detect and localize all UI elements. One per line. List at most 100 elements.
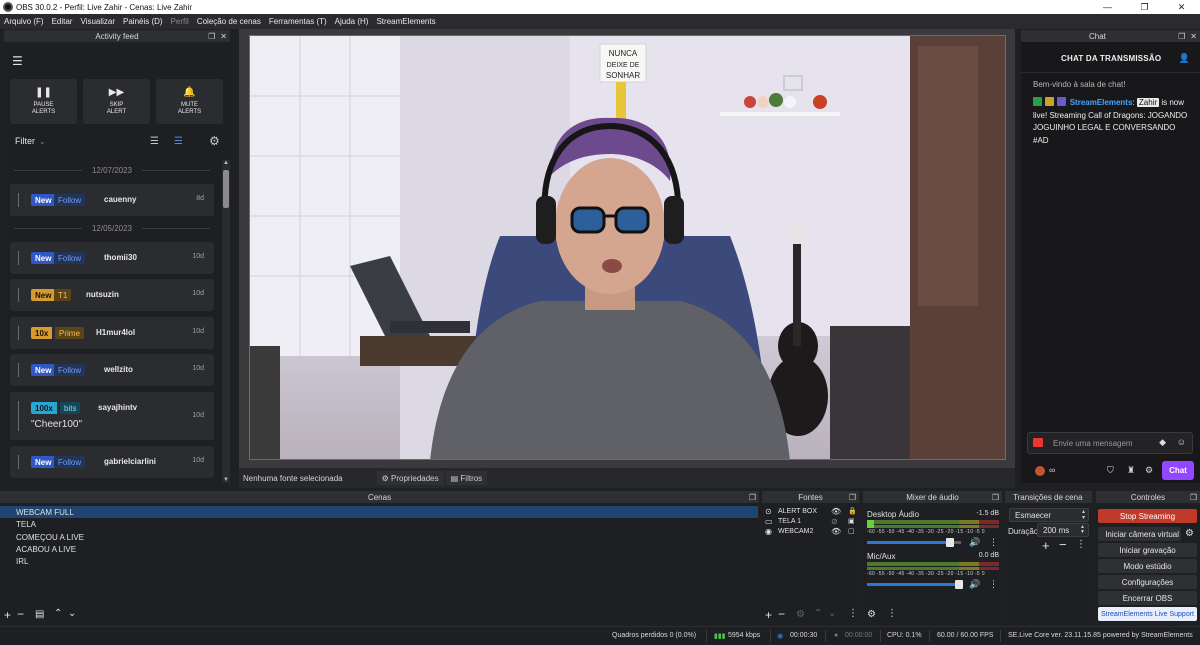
- users-icon[interactable]: 👤: [1179, 53, 1190, 64]
- activity-event[interactable]: New T1 nutsuzin 10d: [10, 279, 214, 311]
- float-dock-icon[interactable]: ❐: [749, 493, 756, 502]
- more-options-icon[interactable]: ⋮: [989, 537, 998, 548]
- lock-icon[interactable]: ▣: [848, 517, 855, 525]
- menu-arquivo[interactable]: Arquivo (F): [4, 17, 44, 26]
- scroll-down-icon[interactable]: ▼: [223, 477, 229, 483]
- duration-input[interactable]: 200 ms ▲ ▼: [1037, 523, 1089, 537]
- transition-select[interactable]: Esmaecer ▴ ▾: [1009, 508, 1089, 522]
- menu-streamelements[interactable]: StreamElements: [376, 17, 435, 26]
- filters-button[interactable]: ▤ Filtros: [445, 471, 488, 485]
- slider-knob[interactable]: [945, 538, 954, 547]
- bits-icon[interactable]: ◆: [1159, 437, 1166, 448]
- more-options-icon[interactable]: ⋮: [848, 608, 858, 619]
- slider-knob[interactable]: [955, 580, 964, 589]
- move-down-icon[interactable]: ⌄: [828, 608, 836, 619]
- exit-obs-button[interactable]: Encerrar OBS: [1098, 591, 1197, 605]
- move-up-icon[interactable]: ⌃: [814, 608, 822, 619]
- source-properties-icon[interactable]: ⚙: [796, 609, 805, 620]
- volume-slider[interactable]: [867, 538, 961, 547]
- close-dock-icon[interactable]: ✕: [1190, 32, 1197, 41]
- remove-source-icon[interactable]: −: [778, 607, 785, 621]
- eye-icon[interactable]: 👁: [831, 527, 841, 536]
- float-dock-icon[interactable]: ❐: [1190, 493, 1197, 502]
- skip-alert-button[interactable]: ▶▶ SKIP ALERT: [83, 79, 150, 124]
- activity-event[interactable]: New Follow thomii30 10d: [10, 242, 214, 274]
- source-item[interactable]: ▭ TELA 1 ⊘ ▣: [762, 516, 858, 526]
- eye-icon[interactable]: 👁: [831, 507, 841, 516]
- gear-icon[interactable]: ⚙: [209, 134, 220, 148]
- scene-filters-icon[interactable]: ▤: [35, 609, 44, 620]
- chat-send-button[interactable]: Chat: [1162, 461, 1194, 480]
- emote-icon[interactable]: ☺: [1177, 437, 1186, 447]
- chat-sender[interactable]: StreamElements: [1070, 98, 1133, 107]
- menu-ajuda[interactable]: Ajuda (H): [335, 17, 369, 26]
- scene-item[interactable]: TELA: [0, 518, 758, 530]
- speaker-icon[interactable]: 🔊: [969, 579, 980, 590]
- stop-streaming-button[interactable]: Stop Streaming: [1098, 509, 1197, 523]
- menu-perfil[interactable]: Perfil: [171, 17, 189, 26]
- chat-input[interactable]: Envie uma mensagem ◆ ☺: [1027, 432, 1193, 454]
- close-window-button[interactable]: ✕: [1163, 0, 1200, 14]
- virtual-camera-button[interactable]: Iniciar câmera virtual: [1098, 527, 1181, 541]
- scrollbar-thumb[interactable]: [223, 170, 229, 208]
- scene-item[interactable]: COMEÇOU A LIVE: [0, 531, 758, 543]
- activity-event[interactable]: New Follow wellzito 10d: [10, 354, 214, 386]
- float-dock-icon[interactable]: ❐: [1178, 32, 1185, 41]
- unlock-icon[interactable]: ▢: [848, 527, 855, 535]
- settings-button[interactable]: Configurações: [1098, 575, 1197, 589]
- move-down-icon[interactable]: ⌄: [68, 608, 76, 619]
- se-live-support-button[interactable]: StreamElements Live Support: [1098, 607, 1197, 621]
- activity-event[interactable]: New Follow gabrielciarlini 10d: [10, 446, 214, 478]
- scroll-up-icon[interactable]: ▲: [223, 160, 229, 166]
- menu-colecao-cenas[interactable]: Coleção de cenas: [197, 17, 261, 26]
- settings-icon[interactable]: ⚙: [1145, 465, 1153, 476]
- more-options-icon[interactable]: ⋮: [989, 579, 998, 590]
- feed-scrollbar[interactable]: ▲ ▼: [222, 160, 230, 483]
- add-transition-icon[interactable]: +: [1042, 538, 1050, 553]
- menu-editar[interactable]: Editar: [52, 17, 73, 26]
- start-recording-button[interactable]: Iniciar gravação: [1098, 543, 1197, 557]
- gear-icon[interactable]: ⚙: [1185, 528, 1194, 539]
- eye-hidden-icon[interactable]: ⊘: [831, 517, 838, 526]
- add-scene-icon[interactable]: +: [4, 608, 11, 622]
- menu-ferramentas[interactable]: Ferramentas (T): [269, 17, 327, 26]
- add-source-icon[interactable]: +: [765, 608, 772, 622]
- trophy-icon[interactable]: ♜: [1127, 465, 1135, 476]
- remove-scene-icon[interactable]: −: [17, 607, 24, 621]
- volume-slider[interactable]: [867, 580, 964, 589]
- properties-button[interactable]: ⚙ Propriedades: [376, 471, 444, 485]
- minimize-button[interactable]: —: [1089, 0, 1126, 14]
- compact-view-icon[interactable]: ☰: [174, 136, 183, 147]
- maximize-button[interactable]: ❐: [1126, 0, 1163, 14]
- float-dock-icon[interactable]: ❐: [849, 493, 856, 502]
- webcam-preview[interactable]: NUNCA DEIXE DE SONHAR: [249, 35, 1006, 460]
- menu-paineis[interactable]: Painéis (D): [123, 17, 163, 26]
- source-item[interactable]: ⊙ ALERT BOX 👁 🔒: [762, 506, 858, 516]
- filter-dropdown[interactable]: Filter ⌄: [15, 136, 46, 146]
- hamburger-menu-icon[interactable]: ☰: [12, 54, 23, 68]
- lock-icon[interactable]: 🔒: [848, 507, 857, 515]
- studio-mode-button[interactable]: Modo estúdio: [1098, 559, 1197, 573]
- float-dock-icon[interactable]: ❐: [208, 32, 215, 41]
- activity-event[interactable]: New Follow cauenny 8d: [10, 184, 214, 216]
- scene-item[interactable]: ACABOU A LIVE: [0, 543, 758, 555]
- more-options-icon[interactable]: ⋮: [887, 608, 897, 619]
- advanced-audio-icon[interactable]: ⚙: [867, 609, 876, 620]
- float-dock-icon[interactable]: ❐: [992, 493, 999, 502]
- speaker-icon[interactable]: 🔊: [969, 537, 980, 548]
- scene-item[interactable]: IRL: [0, 555, 758, 567]
- shield-icon[interactable]: ⛉: [1107, 465, 1114, 476]
- move-up-icon[interactable]: ⌃: [54, 608, 62, 619]
- avatar[interactable]: [1035, 466, 1045, 476]
- camera-icon[interactable]: [1033, 438, 1043, 447]
- scene-item[interactable]: WEBCAM FULL: [0, 506, 758, 518]
- more-options-icon[interactable]: ⋮: [1076, 539, 1086, 550]
- list-view-icon[interactable]: ☰: [150, 136, 159, 147]
- menu-visualizar[interactable]: Visualizar: [80, 17, 115, 26]
- source-item[interactable]: ◉ WEBCAM2 👁 ▢: [762, 526, 858, 536]
- activity-event[interactable]: 100x bits sayajhintv 10d "Cheer100": [10, 392, 214, 440]
- remove-transition-icon[interactable]: −: [1059, 537, 1067, 552]
- chat-mention[interactable]: Zahir: [1136, 98, 1160, 107]
- pause-alerts-button[interactable]: ❚❚ PAUSE ALERTS: [10, 79, 77, 124]
- mute-alerts-button[interactable]: 🔔 MUTE ALERTS: [156, 79, 223, 124]
